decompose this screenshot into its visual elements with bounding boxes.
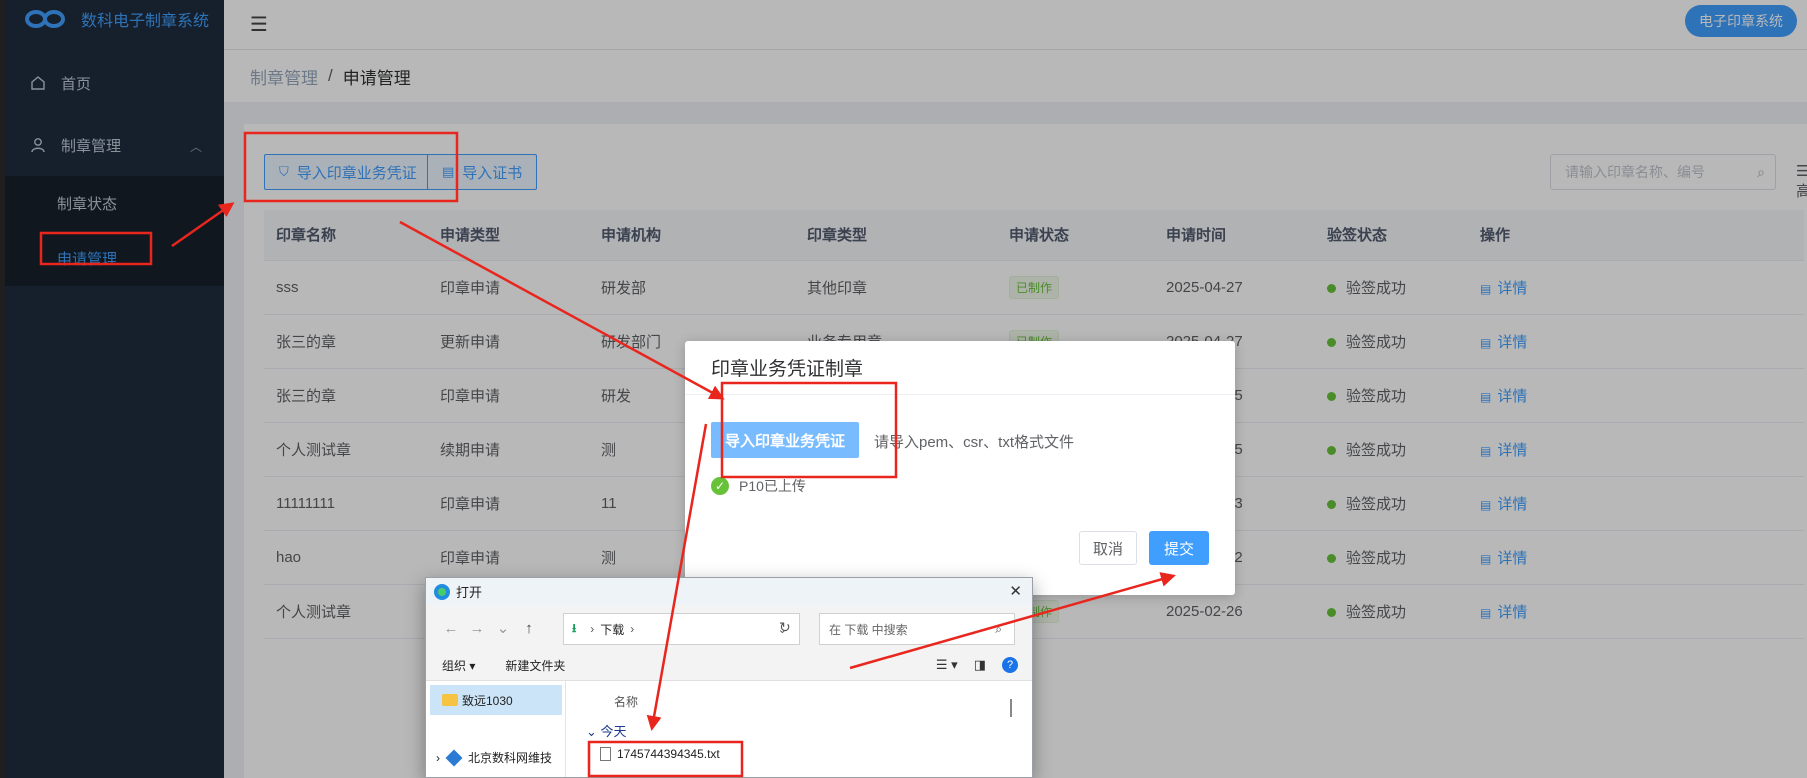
chevron-right-icon: ›	[630, 622, 635, 636]
search-icon[interactable]: ⌕	[995, 622, 1002, 637]
address-path: 下载	[600, 622, 625, 637]
chevron-right-icon: ›	[590, 622, 595, 636]
tree-item-selected[interactable]: 致远1030	[430, 685, 562, 715]
upload-hint: 请导入pem、csr、txt格式文件	[874, 434, 1075, 451]
file-open-dialog: 打开 ✕ ← → ⌄ ↑ ⭳ › 下载 › ⌄ ↻ 在 下载 中搜索 ⌕ 组织 …	[425, 577, 1033, 778]
tree-item-label: 北京数科网维技	[468, 751, 553, 765]
file-list: 名称 ⌄ 今天 1745744394345.txt	[576, 681, 1020, 777]
network-drive-icon	[445, 749, 463, 766]
recent-dropdown-icon[interactable]: ⌄	[490, 619, 516, 637]
group-label: 今天	[600, 724, 627, 739]
help-icon[interactable]: ?	[1002, 657, 1018, 673]
up-arrow-icon[interactable]: ↑	[516, 620, 542, 637]
file-dialog-nav: ← → ⌄ ↑ ⭳ › 下载 › ⌄ ↻ 在 下载 中搜索 ⌕	[426, 605, 1032, 651]
file-item[interactable]: 1745744394345.txt	[600, 747, 720, 761]
close-icon[interactable]: ✕	[1009, 582, 1022, 600]
upload-credential-button[interactable]: 导入印章业务凭证	[711, 422, 860, 458]
navigation-tree: 致远1030 › 北京数科网维技	[426, 681, 566, 777]
scrollbar[interactable]	[1010, 699, 1012, 717]
credential-dialog: 印章业务凭证制章 导入印章业务凭证 请导入pem、csr、txt格式文件 ✓ P…	[685, 341, 1235, 595]
address-bar[interactable]: ⭳ › 下载 › ⌄	[563, 613, 800, 645]
folder-icon	[442, 694, 458, 706]
file-group-header[interactable]: ⌄ 今天	[586, 721, 627, 740]
chevron-right-icon: ›	[436, 750, 440, 765]
edge-browser-icon	[434, 583, 450, 600]
back-arrow-icon[interactable]: ←	[438, 620, 464, 637]
file-name: 1745744394345.txt	[617, 747, 720, 761]
tree-item-label: 致远1030	[462, 693, 513, 708]
file-dialog-body: 致远1030 › 北京数科网维技 名称 ⌄ 今天 1745744394345.t…	[426, 681, 1032, 777]
file-dialog-commandbar: 组织 ▾ 新建文件夹 ☰ ▾ ◨ ?	[426, 651, 1032, 681]
forward-arrow-icon[interactable]: →	[464, 620, 490, 637]
check-circle-icon: ✓	[711, 477, 729, 495]
preview-pane-icon[interactable]: ◨	[974, 657, 986, 673]
view-list-icon[interactable]: ☰ ▾	[936, 657, 958, 673]
refresh-icon[interactable]: ↻	[779, 619, 791, 636]
tree-item[interactable]: › 北京数科网维技	[436, 749, 552, 766]
view-controls: ☰ ▾ ◨ ?	[936, 657, 1018, 673]
upload-status: ✓ P10已上传	[711, 476, 806, 496]
download-icon: ⭳	[572, 620, 577, 635]
organize-menu[interactable]: 组织 ▾	[442, 657, 475, 674]
column-header-name[interactable]: 名称	[614, 693, 638, 710]
submit-button[interactable]: 提交	[1149, 531, 1209, 565]
file-search-placeholder: 在 下载 中搜索	[829, 622, 908, 637]
file-dialog-title: 打开	[456, 585, 483, 600]
text-file-icon	[600, 747, 611, 761]
cancel-button[interactable]: 取消	[1079, 531, 1137, 565]
dialog-title: 印章业务凭证制章	[685, 341, 1235, 395]
file-search-input[interactable]: 在 下载 中搜索 ⌕	[819, 613, 1015, 645]
new-folder-button[interactable]: 新建文件夹	[505, 657, 565, 674]
file-dialog-titlebar: 打开 ✕	[426, 578, 1032, 605]
upload-status-text: P10已上传	[739, 478, 806, 494]
